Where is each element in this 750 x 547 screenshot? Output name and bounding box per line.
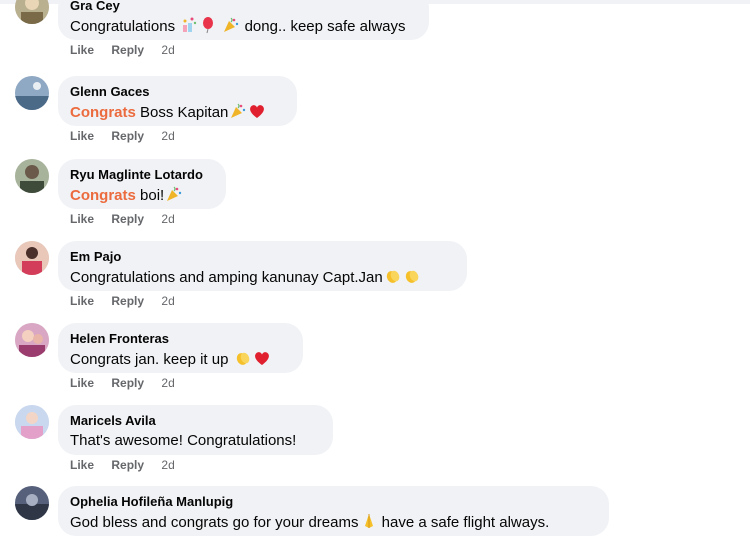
comment-actions: Like Reply 2d (70, 293, 175, 309)
comment-item: Em Pajo Congratulations and amping kanun… (15, 241, 735, 323)
like-button[interactable]: Like (70, 458, 94, 472)
comment-timestamp[interactable]: 2d (161, 212, 174, 226)
comment-bubble: Ryu Maglinte Lotardo Congrats boi! (58, 159, 226, 209)
like-button[interactable]: Like (70, 129, 94, 143)
avatar[interactable] (15, 405, 49, 439)
avatar[interactable] (15, 323, 49, 357)
like-button[interactable]: Like (70, 294, 94, 308)
comment-text-start: Boss Kapitan (140, 104, 229, 121)
comment-actions: Like Reply 2d (70, 457, 175, 473)
comment-text: God bless and congrats go for your dream… (70, 512, 597, 533)
comment-text: Congrats boi! (70, 185, 214, 206)
reply-button[interactable]: Reply (111, 212, 144, 226)
mention-tag[interactable]: Congrats (70, 104, 136, 121)
comment-text-start: boi! (140, 187, 165, 204)
like-button[interactable]: Like (70, 376, 94, 390)
comment-text-start: Congratulations and amping kanunay Capt.… (70, 269, 383, 286)
party-popper-icon (229, 102, 247, 120)
comment-actions: Like Reply 2d (70, 211, 175, 227)
folded-hands-icon (360, 512, 378, 530)
comment-bubble: Ophelia Hofileña Manlupig God bless and … (58, 486, 609, 536)
mention-tag[interactable]: Congrats (70, 187, 136, 204)
comment-item: Ophelia Hofileña Manlupig God bless and … (15, 486, 735, 547)
comment-timestamp[interactable]: 2d (161, 458, 174, 472)
comment-timestamp[interactable]: 2d (161, 294, 174, 308)
party-popper-icon (165, 185, 183, 203)
clapping-hands-icon (234, 349, 252, 367)
comment-timestamp[interactable]: 2d (161, 376, 174, 390)
comment-author[interactable]: Gra Cey (70, 0, 417, 14)
comment-text: Congratulations and amping kanunay Capt.… (70, 267, 455, 288)
comment-timestamp[interactable]: 2d (161, 43, 174, 57)
comment-text-end: have a safe flight always. (381, 514, 550, 531)
avatar[interactable] (15, 76, 49, 110)
comment-actions: Like Reply 2d (70, 375, 175, 391)
comment-bubble: Em Pajo Congratulations and amping kanun… (58, 241, 467, 291)
reply-button[interactable]: Reply (111, 458, 144, 472)
comment-item: Gra Cey Congratulations dong.. keep safe… (15, 0, 735, 72)
comment-text: Congrats Boss Kapitan (70, 102, 285, 123)
comment-text: That's awesome! Congratulations! (70, 431, 321, 451)
clapping-hands-icon (384, 267, 402, 285)
comment-bubble: Helen Fronteras Congrats jan. keep it up (58, 323, 303, 373)
comment-text-start: Congrats jan. keep it up (70, 351, 229, 368)
reply-button[interactable]: Reply (111, 376, 144, 390)
comment-bubble: Maricels Avila That's awesome! Congratul… (58, 405, 333, 455)
confetti-icon (180, 16, 198, 34)
reply-button[interactable]: Reply (111, 43, 144, 57)
comment-author[interactable]: Ophelia Hofileña Manlupig (70, 494, 597, 510)
comment-text-start: Congratulations (70, 18, 176, 35)
comment-timestamp[interactable]: 2d (161, 129, 174, 143)
comment-text: Congratulations dong.. keep safe always (70, 16, 417, 37)
comment-actions: Like Reply 2d (70, 42, 175, 58)
red-heart-icon (248, 102, 266, 120)
comment-author[interactable]: Maricels Avila (70, 413, 321, 429)
like-button[interactable]: Like (70, 43, 94, 57)
reply-button[interactable]: Reply (111, 294, 144, 308)
comment-author[interactable]: Ryu Maglinte Lotardo (70, 167, 214, 183)
comment-text-start: God bless and congrats go for your dream… (70, 514, 359, 531)
comment-bubble: Glenn Gaces Congrats Boss Kapitan (58, 76, 297, 126)
red-heart-icon (253, 349, 271, 367)
comment-author[interactable]: Helen Fronteras (70, 331, 291, 347)
comment-text-start: That's awesome! Congratulations! (70, 432, 297, 449)
comment-text: Congrats jan. keep it up (70, 349, 291, 370)
comment-item: Helen Fronteras Congrats jan. keep it up… (15, 323, 735, 405)
like-button[interactable]: Like (70, 212, 94, 226)
balloon-icon (199, 16, 217, 34)
avatar[interactable] (15, 159, 49, 193)
comment-actions: Like Reply 2d (70, 128, 175, 144)
comment-item: Ryu Maglinte Lotardo Congrats boi! Like … (15, 159, 735, 241)
comment-bubble: Gra Cey Congratulations dong.. keep safe… (58, 0, 429, 40)
comment-author[interactable]: Glenn Gaces (70, 84, 285, 100)
party-popper-icon (222, 16, 240, 34)
reply-button[interactable]: Reply (111, 129, 144, 143)
comment-item: Maricels Avila That's awesome! Congratul… (15, 405, 735, 487)
comments-panel: Gra Cey Congratulations dong.. keep safe… (0, 0, 750, 547)
comment-author[interactable]: Em Pajo (70, 249, 455, 265)
avatar[interactable] (15, 486, 49, 520)
avatar[interactable] (15, 0, 49, 24)
clapping-hands-icon (403, 267, 421, 285)
comment-text-end: dong.. keep safe always (244, 18, 406, 35)
comment-item: Glenn Gaces Congrats Boss Kapitan Like R… (15, 76, 735, 158)
avatar[interactable] (15, 241, 49, 275)
